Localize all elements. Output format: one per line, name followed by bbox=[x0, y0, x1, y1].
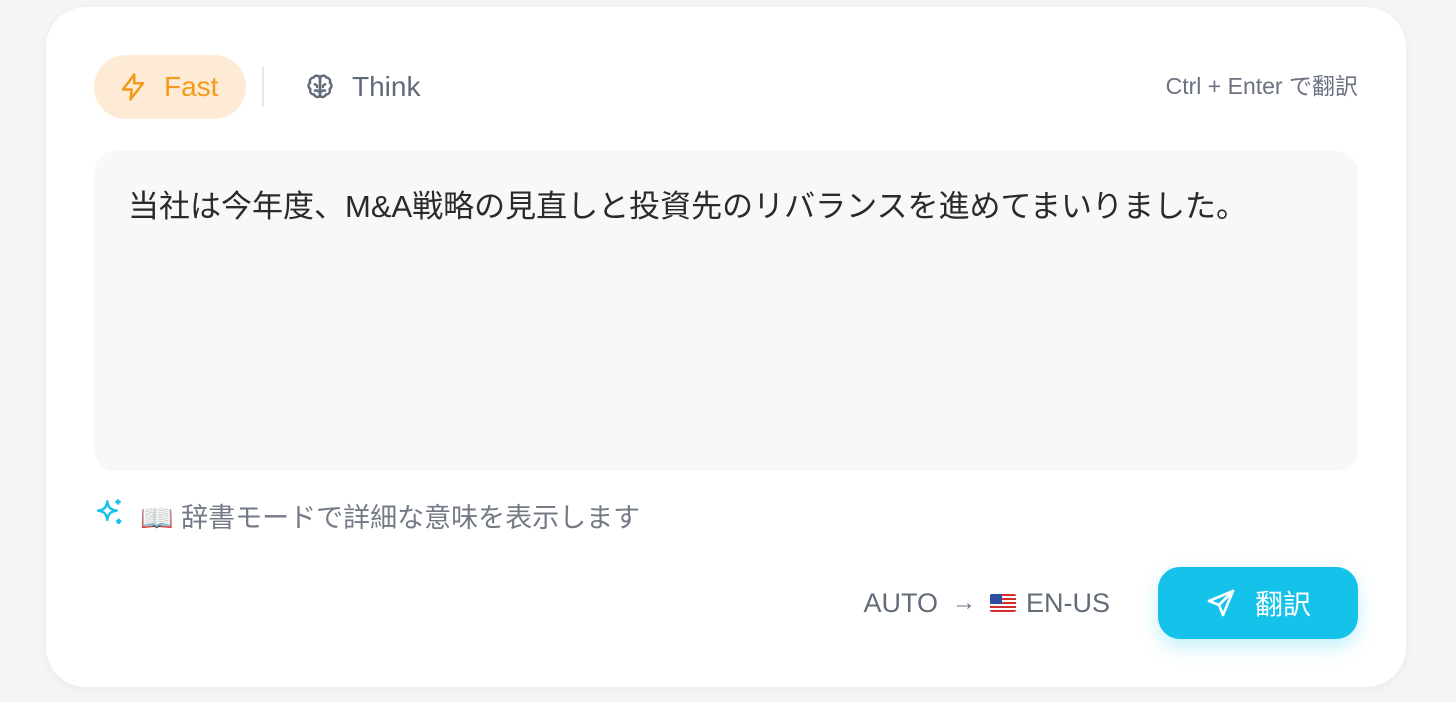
source-text-input[interactable]: 当社は今年度、M&A戦略の見直しと投資先のリバランスを進めてまいりました。 bbox=[94, 151, 1358, 471]
language-selector[interactable]: AUTO → EN-US bbox=[863, 588, 1110, 619]
translate-button-label: 翻訳 bbox=[1254, 589, 1311, 620]
shortcut-hint: Ctrl + Enter で翻訳 bbox=[1165, 73, 1358, 99]
fast-mode-button[interactable]: Fast bbox=[94, 55, 246, 119]
dictionary-hint-text: 📖 辞書モードで詳細な意味を表示します bbox=[140, 502, 641, 533]
target-language: EN-US bbox=[1025, 587, 1110, 618]
translator-card: Fast Think Ctrl + Enter で翻訳 当社は今年度、M&A戦略… bbox=[46, 7, 1406, 687]
sparkle-icon bbox=[94, 496, 126, 535]
think-mode-label: Think bbox=[352, 71, 421, 102]
think-mode-button[interactable]: Think bbox=[264, 55, 444, 119]
source-language: AUTO bbox=[863, 587, 938, 618]
footer-actions: AUTO → EN-US 翻訳 bbox=[863, 567, 1358, 639]
brain-icon bbox=[304, 71, 336, 103]
mode-selector: Fast Think bbox=[94, 55, 444, 119]
fast-mode-label: Fast bbox=[164, 71, 219, 102]
dictionary-hint: 📖 辞書モードで詳細な意味を表示します bbox=[94, 497, 640, 533]
us-flag-icon bbox=[989, 594, 1016, 612]
send-icon bbox=[1205, 587, 1255, 619]
translate-button[interactable]: 翻訳 bbox=[1158, 567, 1358, 639]
arrow-right-icon: → bbox=[951, 589, 976, 616]
lightning-icon bbox=[118, 72, 148, 102]
